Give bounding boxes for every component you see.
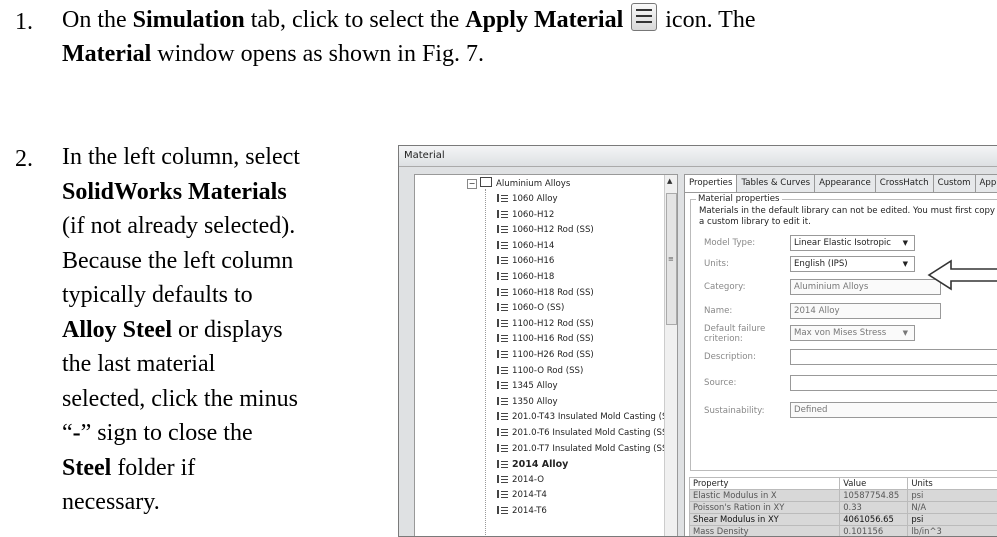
column-header: Value bbox=[840, 478, 908, 490]
material-item[interactable]: 1060-O (SS) bbox=[497, 301, 564, 316]
material-item[interactable]: 1060-H12 bbox=[497, 208, 554, 223]
column-header: Property bbox=[690, 478, 840, 490]
material-icon bbox=[497, 444, 508, 452]
step-1-text: On the Simulation tab, click to select t… bbox=[62, 3, 755, 71]
material-icon bbox=[497, 428, 508, 436]
tab-tables-curves[interactable]: Tables & Curves bbox=[736, 174, 815, 192]
material-icon bbox=[497, 350, 508, 358]
material-icon bbox=[497, 241, 508, 249]
description-field[interactable] bbox=[790, 349, 997, 365]
failure-criterion-select: Max von Mises Stress▼ bbox=[790, 325, 915, 341]
material-icon bbox=[497, 475, 508, 483]
material-item[interactable]: 1060-H12 Rod (SS) bbox=[497, 223, 594, 238]
material-item[interactable]: 2014-T4 bbox=[497, 488, 547, 503]
source-field[interactable] bbox=[790, 375, 997, 391]
step-2-number: 2. bbox=[15, 146, 33, 173]
material-item[interactable]: 1060-H18 Rod (SS) bbox=[497, 286, 594, 301]
material-item[interactable]: 1100-H26 Rod (SS) bbox=[497, 348, 594, 363]
pointer-arrow-icon bbox=[927, 258, 997, 292]
tab-crosshatch[interactable]: CrossHatch bbox=[875, 174, 934, 192]
material-icon bbox=[497, 366, 508, 374]
folder-aluminium-alloys[interactable]: −Aluminium Alloys bbox=[467, 177, 570, 192]
material-icon bbox=[497, 210, 508, 218]
tab-properties[interactable]: Properties bbox=[684, 174, 737, 194]
material-properties-group: Material properties Materials in the def… bbox=[690, 199, 997, 471]
tab-appl[interactable]: Appl bbox=[975, 174, 997, 192]
material-item[interactable]: 2014-T6 bbox=[497, 504, 547, 519]
material-icon bbox=[497, 412, 508, 420]
material-icon bbox=[497, 288, 508, 296]
scroll-up-icon[interactable]: ▲ bbox=[667, 177, 672, 185]
column-header: Units bbox=[908, 478, 997, 490]
material-icon bbox=[497, 225, 508, 233]
material-item[interactable]: 201.0-T6 Insulated Mold Casting (SS) bbox=[497, 426, 671, 441]
material-item[interactable]: 1350 Alloy bbox=[497, 395, 558, 410]
table-row[interactable]: Poisson's Ration in XY0.33N/A bbox=[690, 502, 997, 514]
dropdown-arrow-icon: ▼ bbox=[903, 236, 908, 251]
apply-material-icon bbox=[631, 3, 657, 31]
material-icon bbox=[497, 460, 508, 468]
table-row[interactable]: Mass Density0.101156lb/in^3 bbox=[690, 526, 997, 537]
material-item[interactable]: 1060-H18 bbox=[497, 270, 554, 285]
property-table: PropertyValueUnitsElastic Modulus in X10… bbox=[689, 477, 997, 537]
units-select[interactable]: English (IPS)▼ bbox=[790, 256, 915, 272]
material-window: Material −Aluminium Alloys 1060 Alloy106… bbox=[398, 145, 997, 537]
material-icon bbox=[497, 381, 508, 389]
window-title: Material bbox=[399, 146, 997, 167]
material-item[interactable]: 1060-H16 bbox=[497, 254, 554, 269]
material-tree[interactable]: −Aluminium Alloys 1060 Alloy1060-H121060… bbox=[414, 174, 678, 537]
material-item[interactable]: 1100-H12 Rod (SS) bbox=[497, 317, 594, 332]
name-field: 2014 Alloy bbox=[790, 303, 941, 319]
dropdown-arrow-icon: ▼ bbox=[903, 257, 908, 272]
material-item[interactable]: 1345 Alloy bbox=[497, 379, 558, 394]
material-icon bbox=[497, 319, 508, 327]
library-note: Materials in the default library can not… bbox=[699, 206, 997, 228]
category-field: Aluminium Alloys bbox=[790, 279, 941, 295]
material-item[interactable]: 1100-O Rod (SS) bbox=[497, 364, 583, 379]
material-icon bbox=[497, 194, 508, 202]
table-row[interactable]: Elastic Modulus in X10587754.85psi bbox=[690, 490, 997, 502]
properties-pane: PropertiesTables & CurvesAppearanceCross… bbox=[684, 174, 997, 537]
tab-appearance[interactable]: Appearance bbox=[814, 174, 876, 192]
tab-custom[interactable]: Custom bbox=[933, 174, 976, 192]
material-icon bbox=[497, 334, 508, 342]
material-icon bbox=[497, 272, 508, 280]
model-type-select[interactable]: Linear Elastic Isotropic▼ bbox=[790, 235, 915, 251]
material-item[interactable]: 2014 Alloy bbox=[497, 457, 568, 472]
dropdown-arrow-icon: ▼ bbox=[903, 326, 908, 341]
material-item[interactable]: 1060 Alloy bbox=[497, 192, 558, 207]
step-1-number: 1. bbox=[15, 9, 33, 36]
material-item[interactable]: 201.0-T43 Insulated Mold Casting (SS) bbox=[497, 410, 676, 425]
tree-scrollbar[interactable]: ▲ ≡ bbox=[664, 175, 677, 537]
properties-panel: Material properties Materials in the def… bbox=[684, 192, 997, 537]
material-icon bbox=[497, 506, 508, 514]
collapse-minus-icon[interactable]: − bbox=[467, 179, 477, 189]
material-icon bbox=[497, 256, 508, 264]
material-icon bbox=[497, 303, 508, 311]
material-item[interactable]: 2014-O bbox=[497, 473, 544, 488]
step-2-text: In the left column, selectSolidWorks Mat… bbox=[62, 140, 300, 520]
material-item[interactable]: 1060-H14 bbox=[497, 239, 554, 254]
material-item[interactable]: 201.0-T7 Insulated Mold Casting (SS) bbox=[497, 442, 671, 457]
material-icon bbox=[497, 490, 508, 498]
sustainability-field: Defined bbox=[790, 402, 997, 418]
tab-strip: PropertiesTables & CurvesAppearanceCross… bbox=[684, 174, 997, 192]
material-item[interactable]: 1100-H16 Rod (SS) bbox=[497, 332, 594, 347]
folder-icon bbox=[480, 177, 492, 187]
material-icon bbox=[497, 397, 508, 405]
